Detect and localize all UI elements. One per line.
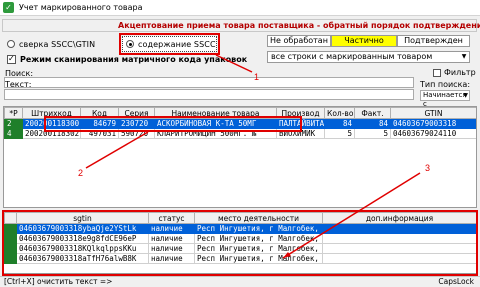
- annotation-label-3: 3: [425, 163, 431, 173]
- annotation-label-2: 2: [78, 168, 84, 178]
- status-hint: [Ctrl+X] очистить текст =>: [4, 277, 113, 286]
- annotation-arrows: [85, 54, 421, 259]
- annotation-arrow-1: [215, 54, 253, 73]
- annotation-arrow-2: [85, 131, 149, 169]
- capslock-indicator: CapsLock: [438, 277, 474, 286]
- annotation-arrow-3: [282, 172, 421, 259]
- annotation-label-1: 1: [254, 72, 260, 82]
- status-bar: [Ctrl+X] очистить текст => CapsLock: [0, 276, 480, 287]
